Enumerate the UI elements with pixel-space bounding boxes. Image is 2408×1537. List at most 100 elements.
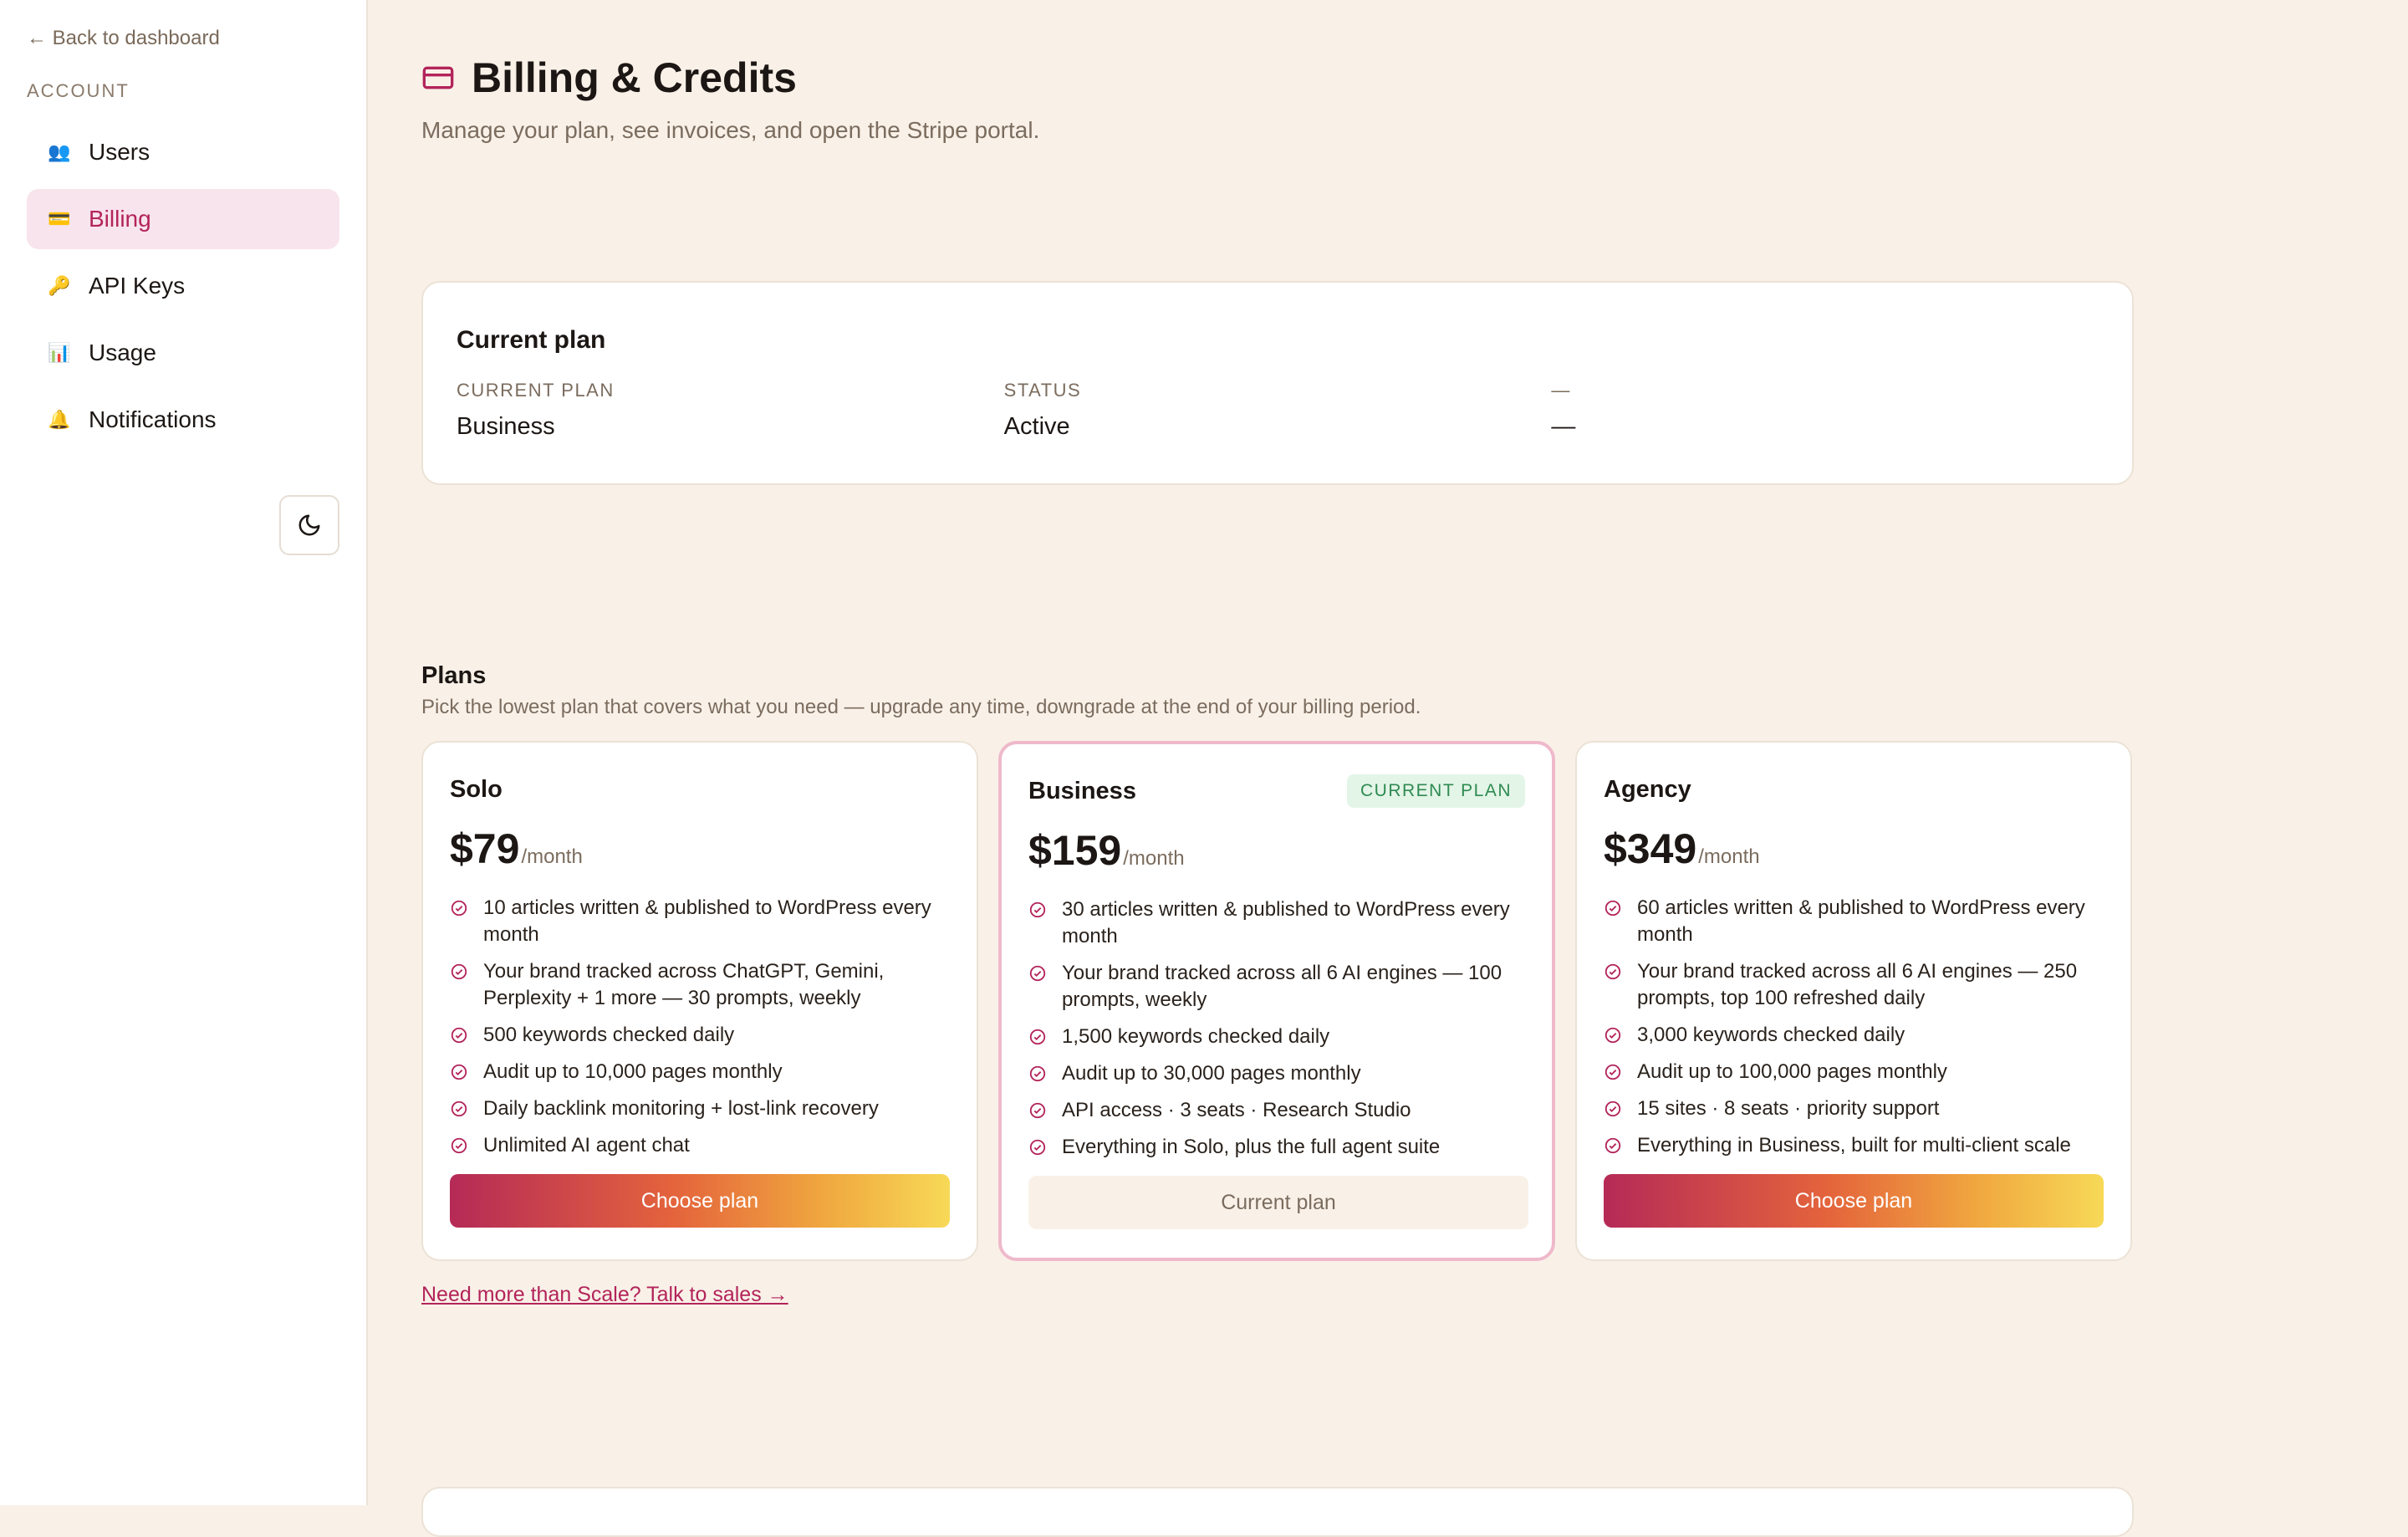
current-plan-button[interactable]: Current plan [1028, 1176, 1528, 1229]
plan-price: $349 [1604, 825, 1697, 872]
check-circle-icon [1604, 900, 1621, 917]
feature-item: 15 sites · 8 seats · priority support [1604, 1095, 2104, 1122]
check-circle-icon [1029, 965, 1046, 982]
check-circle-icon [1029, 1065, 1046, 1082]
feature-list: 60 articles written & published to WordP… [1604, 895, 2104, 1174]
feature-text: 30 articles written & published to WordP… [1062, 898, 1510, 947]
credit-card-icon [422, 66, 454, 89]
check-circle-icon [451, 900, 467, 917]
sidebar: ← Back to dashboard ACCOUNT 👥 Users 💳 Bi… [0, 0, 368, 1505]
bar-chart-icon: 📊 [48, 342, 71, 363]
feature-text: Unlimited AI agent chat [483, 1134, 690, 1157]
talk-to-sales-link[interactable]: Need more than Scale? Talk to sales → [421, 1283, 788, 1307]
feature-item: Unlimited AI agent chat [450, 1132, 950, 1159]
feature-text: 10 articles written & published to WordP… [483, 896, 931, 946]
check-circle-icon [451, 1100, 467, 1117]
next-section-card [421, 1487, 2134, 1537]
feature-text: 500 keywords checked daily [483, 1024, 735, 1046]
current-plan-card: Current plan CURRENT PLAN Business STATU… [421, 281, 2134, 485]
plan-price: $79 [450, 825, 520, 872]
feature-item: Audit up to 30,000 pages monthly [1028, 1060, 1525, 1087]
choose-plan-button[interactable]: Choose plan [450, 1174, 950, 1228]
theme-toggle-button[interactable] [279, 495, 339, 555]
plan-period: /month [1698, 845, 1760, 868]
current-plan-badge: CURRENT PLAN [1347, 774, 1525, 808]
moon-icon [298, 514, 320, 536]
feature-item: Your brand tracked across all 6 AI engin… [1028, 960, 1525, 1014]
plan-card-agency: Agency $349 /month 60 articles written &… [1575, 741, 2132, 1261]
feature-item: Daily backlink monitoring + lost-link re… [450, 1095, 950, 1122]
feature-text: Audit up to 10,000 pages monthly [483, 1060, 783, 1083]
feature-item: 60 articles written & published to WordP… [1604, 895, 2104, 948]
sidebar-item-label: Users [89, 139, 150, 165]
feature-text: API access · 3 seats · Research Studio [1062, 1099, 1411, 1121]
check-circle-icon [1604, 1100, 1621, 1117]
feature-item: Everything in Business, built for multi-… [1604, 1132, 2104, 1159]
feature-text: 15 sites · 8 seats · priority support [1637, 1097, 1940, 1120]
feature-item: 500 keywords checked daily [450, 1022, 950, 1049]
sidebar-item-notifications[interactable]: 🔔 Notifications [27, 390, 339, 450]
sidebar-item-billing[interactable]: 💳 Billing [27, 189, 339, 249]
field-value: — [1551, 413, 1576, 440]
plans-title: Plans [421, 662, 487, 689]
check-circle-icon [1029, 1102, 1046, 1119]
plan-name: Agency [1604, 775, 1691, 803]
sidebar-item-usage[interactable]: 📊 Usage [27, 323, 339, 383]
feature-text: 1,500 keywords checked daily [1062, 1025, 1330, 1048]
feature-item: 30 articles written & published to WordP… [1028, 896, 1525, 950]
credit-card-icon: 💳 [48, 208, 71, 229]
check-circle-icon [1029, 901, 1046, 918]
feature-item: Everything in Solo, plus the full agent … [1028, 1134, 1525, 1161]
plans-subtitle: Pick the lowest plan that covers what yo… [421, 696, 1421, 718]
check-circle-icon [1604, 1027, 1621, 1044]
page-header: Billing & Credits [421, 54, 797, 102]
feature-item: Audit up to 10,000 pages monthly [450, 1059, 950, 1085]
feature-text: 3,000 keywords checked daily [1637, 1024, 1905, 1046]
plan-period: /month [521, 845, 583, 868]
feature-item: 3,000 keywords checked daily [1604, 1022, 2104, 1049]
feature-text: Your brand tracked across all 6 AI engin… [1637, 960, 2078, 1009]
bell-icon: 🔔 [48, 409, 71, 430]
feature-text: Your brand tracked across ChatGPT, Gemin… [483, 960, 885, 1009]
check-circle-icon [1604, 1064, 1621, 1080]
field-label: CURRENT PLAN [457, 380, 615, 401]
feature-list: 30 articles written & published to WordP… [1028, 896, 1525, 1176]
check-circle-icon [451, 1027, 467, 1044]
field-value: Active [1003, 413, 1070, 440]
plan-price: $159 [1028, 827, 1122, 874]
plan-name: Business [1028, 777, 1136, 804]
sidebar-item-label: Notifications [89, 406, 217, 432]
page-title: Billing & Credits [472, 54, 797, 101]
field-label: — [1551, 380, 1571, 401]
plan-card-business: Business CURRENT PLAN $159 /month 30 art… [998, 741, 1555, 1261]
sidebar-item-label: Usage [89, 340, 156, 365]
sidebar-section-label: ACCOUNT [27, 80, 130, 101]
status-field: STATUS Active [1004, 380, 1552, 441]
plan-card-solo: Solo $79 /month 10 articles written & pu… [421, 741, 978, 1261]
sidebar-item-label: Billing [89, 206, 151, 232]
feature-text: Audit up to 30,000 pages monthly [1062, 1062, 1361, 1085]
check-circle-icon [1604, 963, 1621, 980]
check-circle-icon [451, 1064, 467, 1080]
feature-item: 10 articles written & published to WordP… [450, 895, 950, 948]
choose-plan-button[interactable]: Choose plan [1604, 1174, 2104, 1228]
page-subtitle: Manage your plan, see invoices, and open… [421, 117, 1040, 143]
feature-text: Everything in Solo, plus the full agent … [1062, 1136, 1441, 1158]
check-circle-icon [1029, 1139, 1046, 1156]
check-circle-icon [451, 1137, 467, 1154]
plan-name: Solo [450, 775, 503, 803]
check-circle-icon [451, 963, 467, 980]
feature-list: 10 articles written & published to WordP… [450, 895, 950, 1174]
sidebar-item-api-keys[interactable]: 🔑 API Keys [27, 256, 339, 316]
sidebar-item-users[interactable]: 👥 Users [27, 122, 339, 182]
check-circle-icon [1029, 1029, 1046, 1045]
feature-item: API access · 3 seats · Research Studio [1028, 1097, 1525, 1124]
field-label: STATUS [1003, 380, 1082, 401]
feature-item: Your brand tracked across all 6 AI engin… [1604, 958, 2104, 1012]
sidebar-item-label: API Keys [89, 273, 186, 299]
feature-text: Audit up to 100,000 pages monthly [1637, 1060, 1947, 1083]
back-to-dashboard-link[interactable]: ← Back to dashboard [27, 27, 339, 50]
users-icon: 👥 [48, 141, 71, 162]
feature-item: Audit up to 100,000 pages monthly [1604, 1059, 2104, 1085]
plan-period: /month [1123, 847, 1185, 870]
